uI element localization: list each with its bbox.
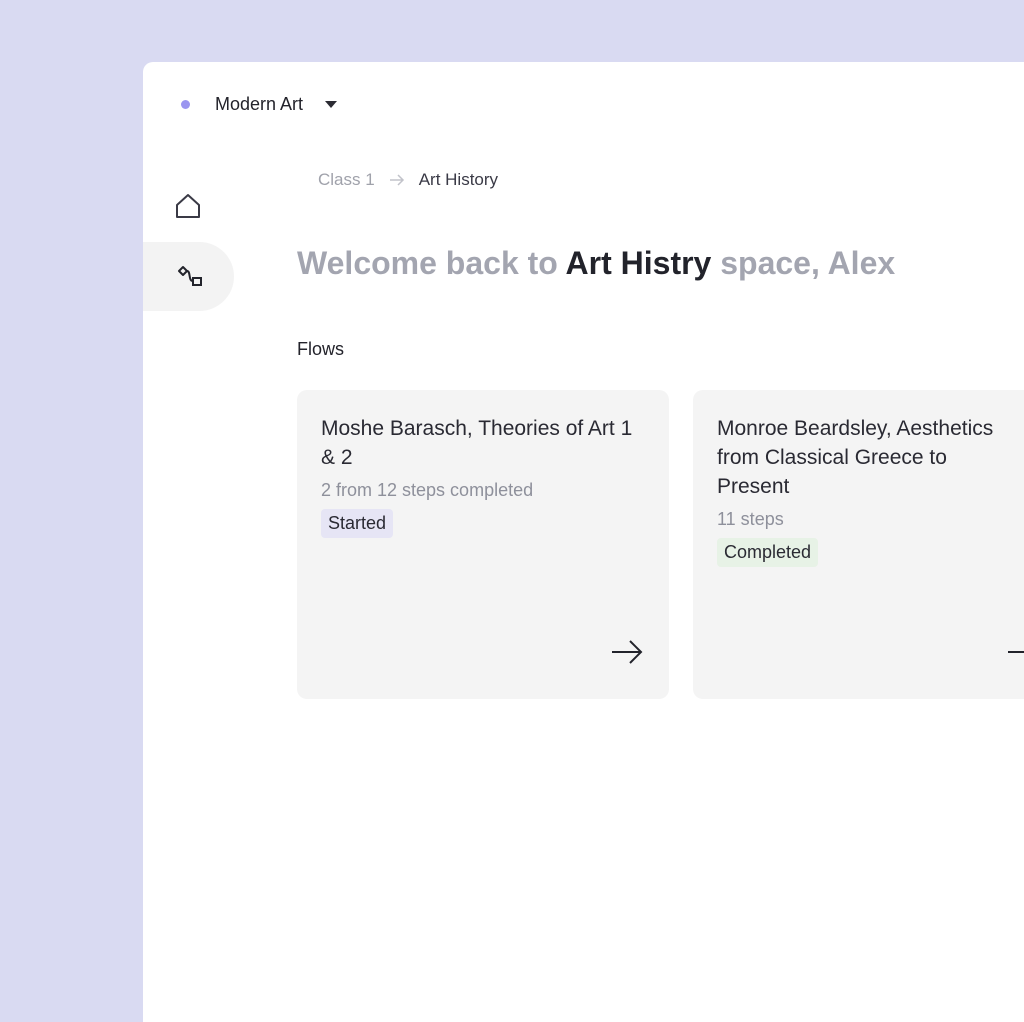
welcome-prefix: Welcome back to	[297, 245, 566, 281]
breadcrumb-item-class[interactable]: Class 1	[318, 170, 375, 190]
breadcrumb: Class 1 Art History	[318, 170, 498, 190]
home-icon	[176, 194, 200, 218]
breadcrumb-item-current: Art History	[418, 170, 499, 189]
welcome-suffix: space, Alex	[711, 245, 896, 281]
sidebar-item-home[interactable]	[143, 188, 233, 224]
workspace-name: Modern Art	[215, 93, 304, 114]
flow-card-title: Moshe Barasch, Theories of Art 1 & 2	[321, 417, 633, 469]
workspace-dot-icon	[181, 99, 190, 109]
flows-icon	[177, 265, 202, 286]
sidebar-item-flows[interactable]	[143, 242, 234, 311]
flow-card-progress: 2 from 12 steps completed	[321, 480, 534, 500]
arrow-right-icon[interactable]	[1007, 640, 1024, 664]
flow-card[interactable]: Moshe Barasch, Theories of Art 1 & 2 2 f…	[297, 390, 669, 699]
flow-card-title-line: Monroe Beardsley, Aesthetics	[717, 417, 994, 440]
welcome-space-name: Art Histry	[565, 245, 712, 281]
breadcrumb-arrow-icon	[389, 174, 405, 186]
chevron-down-icon	[325, 100, 338, 108]
page-title: Welcome back to Art Histry space, Alex	[297, 245, 895, 282]
workspace-switcher[interactable]: Modern Art	[181, 91, 338, 117]
status-badge: Started	[321, 509, 394, 538]
status-badge: Completed	[717, 538, 819, 567]
flow-card-title-line: from Classical Greece to	[717, 446, 947, 469]
app-window: Modern Art Class 1 Art History Welcome b…	[143, 62, 1024, 1022]
flow-card[interactable]: Monroe Beardsley, Aesthetics from Classi…	[693, 390, 1024, 699]
flow-card-title: Monroe Beardsley, Aesthetics from Classi…	[717, 414, 1024, 501]
arrow-right-icon[interactable]	[611, 640, 643, 664]
flow-card-steps: 11 steps	[717, 509, 784, 529]
flows-section-title: Flows	[297, 339, 345, 359]
flow-card-title-line: Present	[717, 475, 790, 498]
